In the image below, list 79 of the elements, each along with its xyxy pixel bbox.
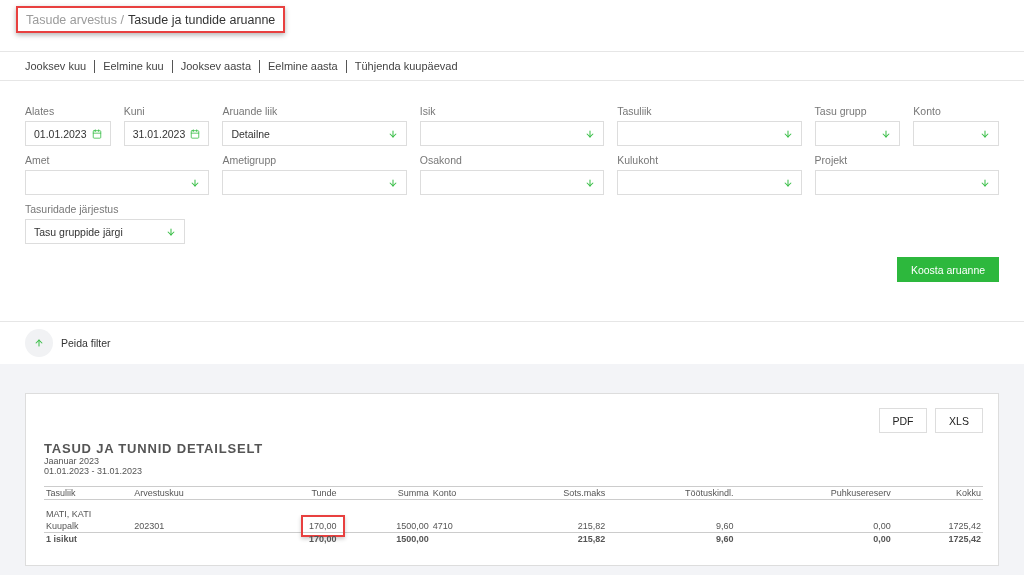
arrow-down-icon xyxy=(166,226,176,237)
arrow-down-icon xyxy=(782,128,793,139)
person-name: MATI, KATI xyxy=(46,509,92,519)
field-label: Ametigrupp xyxy=(222,154,278,167)
select-field[interactable] xyxy=(419,121,605,146)
table-cell: 1725,42 xyxy=(948,521,981,531)
arrow-down-icon xyxy=(782,177,793,188)
export-button[interactable]: XLS xyxy=(935,408,983,433)
field-label: Alates xyxy=(25,105,56,118)
field-label: Kuni xyxy=(123,105,146,118)
date-preset-link[interactable]: Eelmine aasta xyxy=(268,60,338,72)
field-label: Osakond xyxy=(419,154,463,167)
select-field[interactable] xyxy=(419,170,605,195)
date-field[interactable]: 01.01.2023 xyxy=(25,121,111,146)
column-header: Töötuskindl. xyxy=(607,486,736,500)
field-label: Aruande liik xyxy=(222,105,279,118)
date-preset-link[interactable]: Jooksev kuu xyxy=(25,60,87,72)
arrow-down-icon xyxy=(585,177,596,188)
column-header: Summa xyxy=(338,486,431,500)
select-field[interactable] xyxy=(222,170,407,195)
arrow-down-icon xyxy=(387,177,398,188)
report-period: Jaanuar 2023 xyxy=(44,456,101,466)
field-label: Kulukoht xyxy=(617,154,660,167)
column-header: Sots.maks xyxy=(551,486,608,500)
select-field[interactable] xyxy=(25,170,210,195)
table-cell: 1500,00 xyxy=(396,521,429,531)
report-title: TASUD JA TUNNID DETAILSELT xyxy=(44,441,264,456)
table-cell: 9,60 xyxy=(715,521,734,531)
calendar-icon xyxy=(91,128,102,139)
arrow-up-icon xyxy=(34,338,44,348)
table-cell: 170,00 xyxy=(301,515,345,537)
arrow-down-icon xyxy=(881,128,892,139)
table-cell: 0,00 xyxy=(873,521,891,531)
field-label: Tasuridade järjestus xyxy=(25,203,120,216)
export-button[interactable]: PDF xyxy=(879,408,927,433)
date-preset-link[interactable]: Tühjenda kuupäevad xyxy=(354,60,458,72)
column-header: Puhkusereserv xyxy=(735,486,893,500)
column-header: Konto xyxy=(430,486,552,500)
field-label: Konto xyxy=(913,105,942,118)
field-label: Amet xyxy=(25,154,51,167)
table-cell: 9,60 xyxy=(715,534,734,544)
field-label: Isik xyxy=(419,105,437,118)
table-cell: 1725,42 xyxy=(948,534,981,544)
arrow-down-icon xyxy=(387,128,398,139)
hide-filter-label[interactable]: Peida filter xyxy=(61,337,111,349)
column-header: Tunde xyxy=(282,486,339,500)
field-label: Projekt xyxy=(814,154,849,167)
arrow-down-icon xyxy=(190,177,201,188)
field-label: Tasu grupp xyxy=(814,105,868,118)
date-field[interactable]: 31.01.2023 xyxy=(123,121,210,146)
date-preset-link[interactable]: Eelmine kuu xyxy=(103,60,164,72)
calendar-icon xyxy=(190,128,201,139)
table-cell: 215,82 xyxy=(577,534,606,544)
table-cell: 4710 xyxy=(432,521,453,531)
breadcrumb-current: Tasude ja tundide aruanne xyxy=(127,12,276,27)
table-cell: 202301 xyxy=(134,521,165,531)
select-field[interactable] xyxy=(814,170,999,195)
table-cell: 1500,00 xyxy=(396,534,429,544)
column-header: Arvestuskuu xyxy=(132,486,283,500)
select-field[interactable] xyxy=(913,121,999,146)
arrow-down-icon xyxy=(585,128,596,139)
select-field[interactable] xyxy=(814,121,901,146)
hide-filter-button[interactable] xyxy=(25,329,53,357)
table-cell: 215,82 xyxy=(577,521,606,531)
select-field[interactable]: Tasu gruppide järgi xyxy=(25,219,185,244)
column-header: Tasuliik xyxy=(44,486,133,500)
arrow-down-icon xyxy=(980,177,990,188)
column-header: Kokku xyxy=(892,486,983,500)
table-cell: 0,00 xyxy=(873,534,891,544)
table-cell: 170,00 xyxy=(309,534,337,544)
select-field[interactable] xyxy=(617,121,802,146)
select-field[interactable] xyxy=(617,170,802,195)
arrow-down-icon xyxy=(980,128,990,139)
table-cell: 1 isikut xyxy=(46,534,77,544)
date-preset-link[interactable]: Jooksev aasta xyxy=(180,60,252,72)
report-dates: 01.01.2023 - 31.01.2023 xyxy=(44,466,144,476)
table-cell: Kuupalk xyxy=(46,521,79,531)
field-label: Tasuliik xyxy=(617,105,653,118)
select-field[interactable]: Detailne xyxy=(222,121,407,146)
